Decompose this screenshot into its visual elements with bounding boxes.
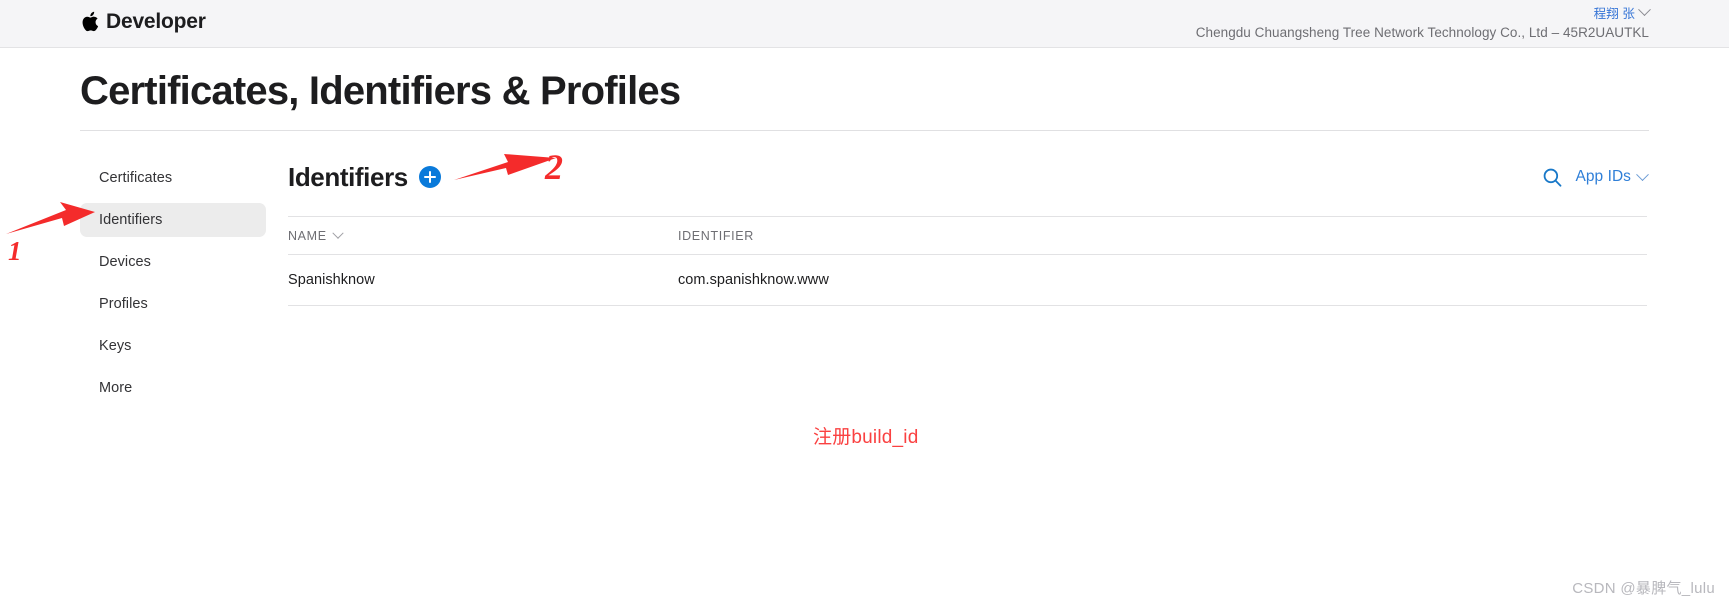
section-title: Identifiers bbox=[288, 162, 408, 192]
sidebar-item-more[interactable]: More bbox=[80, 371, 266, 405]
account-menu[interactable]: 程翔 张 bbox=[1196, 2, 1651, 22]
identifiers-table: NAME IDENTIFIER Spanishknow com.spanishk… bbox=[288, 216, 1647, 306]
sidebar-item-identifiers[interactable]: Identifiers bbox=[80, 203, 266, 237]
top-bar: Developer 程翔 张 Chengdu Chuangsheng Tree … bbox=[0, 0, 1729, 48]
team-identifier: Chengdu Chuangsheng Tree Network Technol… bbox=[1195, 25, 1649, 40]
account-name: 程翔 张 bbox=[1593, 6, 1635, 21]
sidebar-item-profiles[interactable]: Profiles bbox=[80, 287, 266, 321]
chevron-down-icon bbox=[332, 227, 344, 239]
table-body: Spanishknow com.spanishknow.www bbox=[288, 254, 1647, 306]
column-header-name-label: NAME bbox=[288, 229, 327, 243]
topbar-right: 程翔 张 Chengdu Chuangsheng Tree Network Te… bbox=[1195, 2, 1651, 40]
annotation-caption: 注册build_id bbox=[813, 427, 919, 448]
watermark: CSDN @暴脾气_lulu bbox=[1572, 580, 1715, 597]
filter-label: App IDs bbox=[1575, 168, 1631, 185]
sidebar-item-devices[interactable]: Devices bbox=[80, 245, 266, 279]
sidebar-nav: Certificates Identifiers Devices Profile… bbox=[80, 157, 266, 413]
search-icon[interactable] bbox=[1542, 167, 1563, 188]
annotation-marker-1: 1 bbox=[8, 236, 22, 266]
content-header-actions: App IDs bbox=[1542, 167, 1649, 188]
chevron-down-icon bbox=[1638, 2, 1651, 16]
plus-circle-icon[interactable] bbox=[418, 166, 441, 188]
table-head: NAME IDENTIFIER bbox=[288, 216, 1647, 255]
column-header-name[interactable]: NAME bbox=[288, 216, 678, 255]
brand-logo[interactable]: Developer bbox=[80, 6, 206, 36]
table-row[interactable]: Spanishknow com.spanishknow.www bbox=[288, 254, 1647, 306]
sidebar-item-keys[interactable]: Keys bbox=[80, 329, 266, 363]
column-header-identifier-label: IDENTIFIER bbox=[678, 229, 754, 243]
cell-identifier: com.spanishknow.www bbox=[678, 254, 1647, 306]
page-title: Certificates, Identifiers & Profiles bbox=[80, 69, 681, 113]
brand-text: Developer bbox=[106, 9, 206, 33]
table-header-row: NAME IDENTIFIER bbox=[288, 216, 1647, 255]
content-header: Identifiers App IDs bbox=[288, 157, 1649, 197]
main-content: Identifiers App IDs NAME IDENTIFIER Span… bbox=[266, 157, 1649, 413]
cell-name: Spanishknow bbox=[288, 254, 678, 306]
chevron-down-icon bbox=[1636, 167, 1649, 181]
column-header-identifier[interactable]: IDENTIFIER bbox=[678, 216, 1647, 255]
sidebar-item-certificates[interactable]: Certificates bbox=[80, 161, 266, 195]
page-title-section: Certificates, Identifiers & Profiles bbox=[80, 48, 1649, 131]
filter-app-ids-dropdown[interactable]: App IDs bbox=[1575, 167, 1649, 186]
body-layout: Certificates Identifiers Devices Profile… bbox=[80, 131, 1649, 413]
apple-logo-icon bbox=[82, 11, 99, 31]
